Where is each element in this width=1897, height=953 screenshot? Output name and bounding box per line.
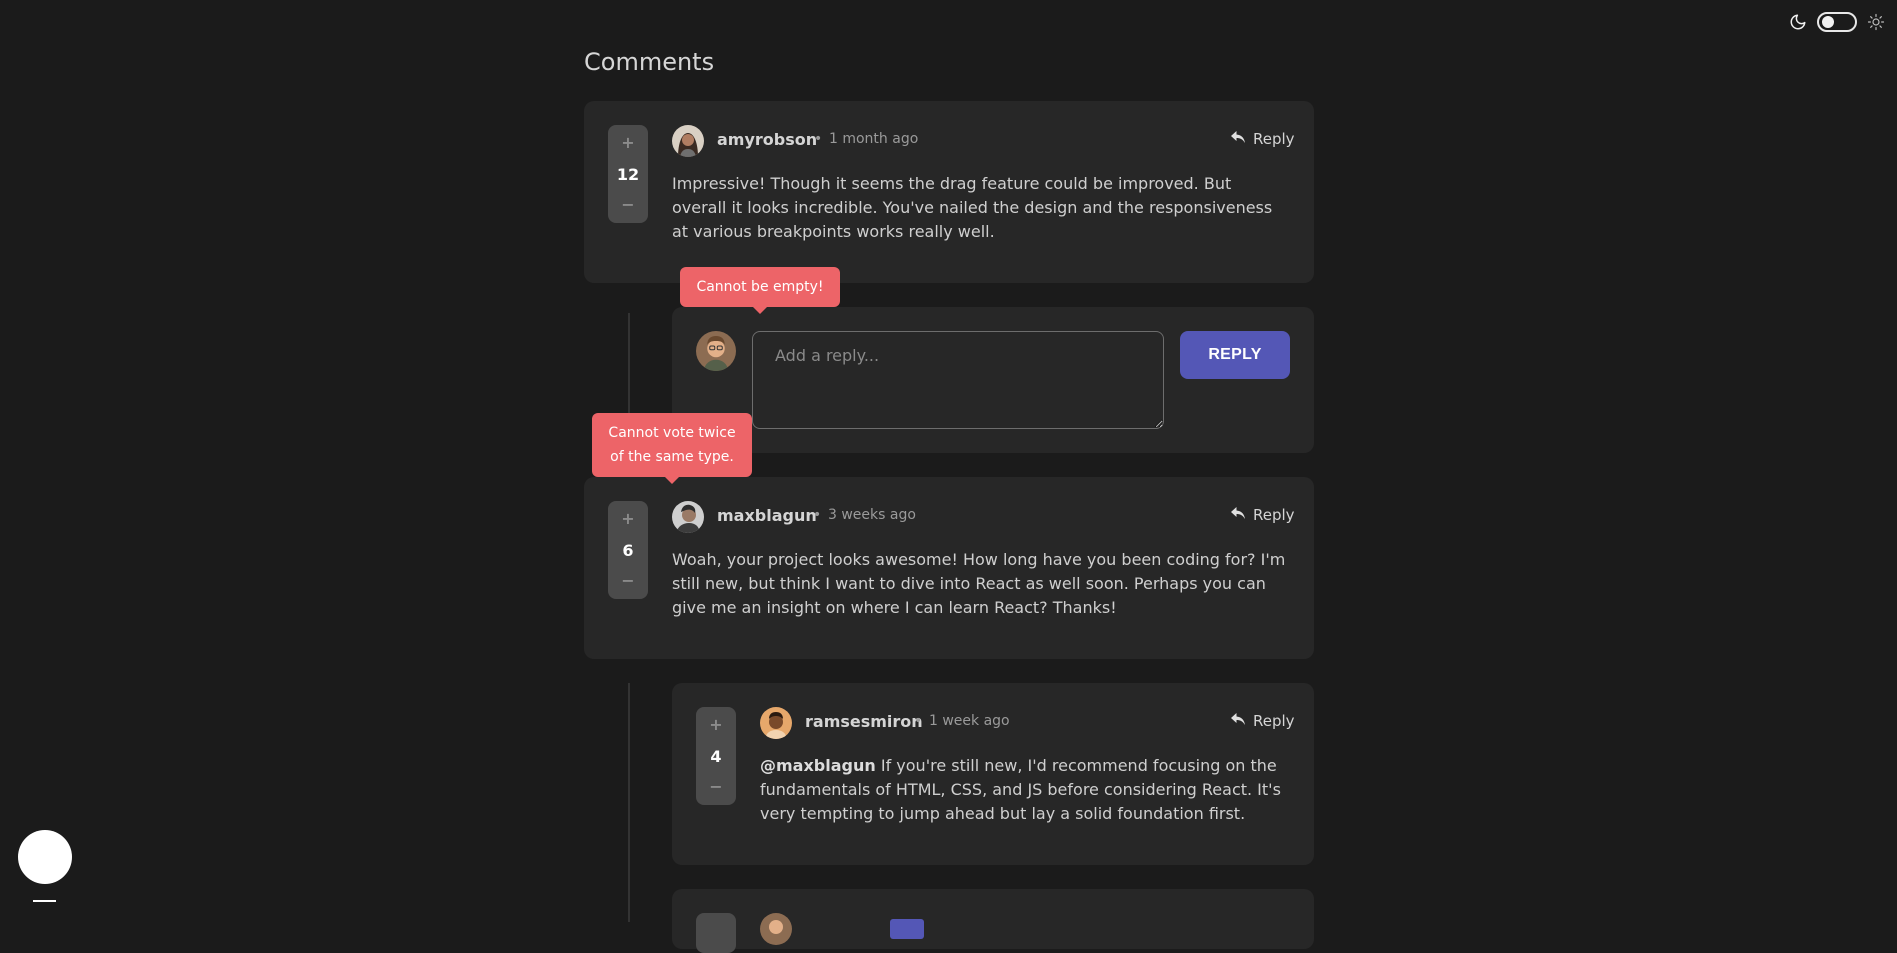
upvote-button[interactable]: + — [621, 511, 634, 527]
reply-button[interactable]: Reply — [1231, 712, 1295, 730]
reply-input[interactable] — [752, 331, 1164, 429]
reply-card-ramsesmiron: + 4 − ramsesmiron • 1 week ago Reply @ma… — [672, 683, 1314, 865]
sun-icon — [1867, 13, 1885, 31]
avatar — [760, 913, 792, 945]
comment-author[interactable]: amyrobson — [717, 130, 817, 149]
vote-count: 6 — [622, 540, 634, 560]
floating-action-button[interactable] — [18, 830, 72, 884]
you-badge — [890, 919, 924, 939]
avatar — [672, 501, 704, 533]
comment-time: 1 month ago — [829, 131, 919, 147]
reply-author[interactable]: ramsesmiron — [805, 712, 923, 731]
separator-dot: • — [914, 713, 923, 729]
comment-author[interactable]: maxblagun — [717, 506, 817, 525]
theme-toggle[interactable] — [1789, 12, 1885, 32]
thread-line — [628, 683, 630, 922]
reply-form-card: REPLY — [672, 307, 1314, 453]
theme-switch[interactable] — [1817, 12, 1857, 32]
current-user-avatar — [696, 331, 736, 371]
comment-time: 3 weeks ago — [828, 507, 916, 523]
upvote-button[interactable]: + — [621, 135, 634, 151]
user-mention[interactable]: @maxblagun — [760, 756, 876, 775]
fab-underline — [33, 900, 56, 902]
reply-button[interactable]: Reply — [1231, 506, 1295, 524]
avatar — [672, 125, 704, 157]
vote-count: 12 — [616, 164, 640, 184]
comment-body: Woah, your project looks awesome! How lo… — [672, 550, 1286, 617]
submit-reply-button[interactable]: REPLY — [1180, 331, 1290, 379]
upvote-button[interactable]: + — [709, 717, 722, 733]
reply-button[interactable]: Reply — [1231, 130, 1295, 148]
vote-control: + 6 − — [608, 501, 648, 599]
vote-count: 4 — [710, 746, 722, 766]
error-tooltip-vote: Cannot vote twice of the same type. — [592, 413, 752, 484]
downvote-button[interactable]: − — [621, 197, 634, 213]
vote-control — [696, 913, 736, 953]
reply-icon — [1231, 712, 1245, 730]
avatar — [760, 707, 792, 739]
reply-icon — [1231, 130, 1245, 148]
reply-body: @maxblagun If you're still new, I'd reco… — [760, 754, 1290, 826]
reply-card-next — [672, 889, 1314, 953]
comment-card-maxblagun: + 6 − maxblagun • 3 weeks ago Reply Woah… — [584, 477, 1314, 659]
downvote-button[interactable]: − — [621, 573, 634, 589]
downvote-button[interactable]: − — [709, 779, 722, 795]
theme-switch-knob — [1822, 16, 1834, 28]
separator-dot: • — [813, 507, 822, 523]
reply-label: Reply — [1253, 506, 1295, 524]
comment-card-amyrobson: + 12 − amyrobson • 1 month ago Reply Imp… — [584, 101, 1314, 283]
comment-body: Impressive! Though it seems the drag fea… — [672, 174, 1273, 241]
reply-label: Reply — [1253, 130, 1295, 148]
reply-label: Reply — [1253, 712, 1295, 730]
reply-icon — [1231, 506, 1245, 524]
page-title: Comments — [584, 48, 715, 76]
separator-dot: • — [814, 131, 823, 147]
vote-control: + 4 − — [696, 707, 736, 805]
error-tooltip-empty: Cannot be empty! — [680, 267, 840, 314]
vote-control: + 12 − — [608, 125, 648, 223]
moon-icon — [1789, 13, 1807, 31]
reply-time: 1 week ago — [929, 713, 1010, 729]
